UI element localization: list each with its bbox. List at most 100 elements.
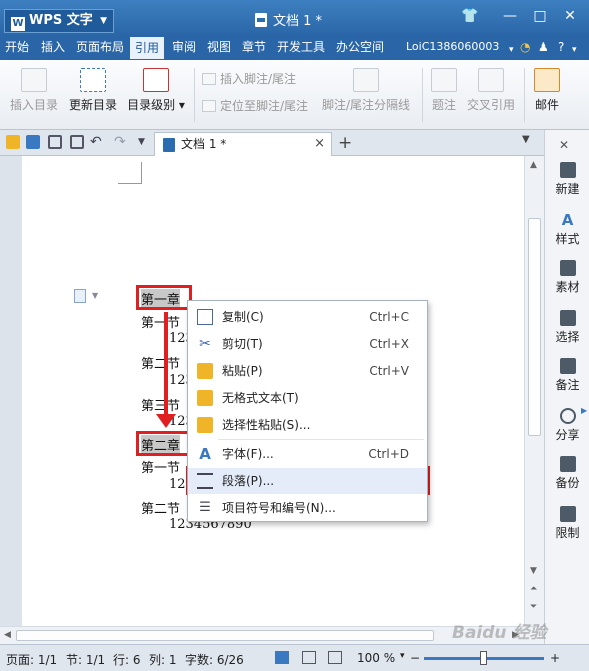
help-icon[interactable]: ? bbox=[558, 39, 564, 55]
goto-footnote-button[interactable]: 定位至脚注/尾注 bbox=[202, 97, 308, 114]
paste-plain-icon bbox=[197, 390, 213, 406]
menu-item-font[interactable]: A 字体(F)... Ctrl+D bbox=[188, 441, 427, 467]
menu-review[interactable]: 审阅 bbox=[172, 39, 196, 55]
menu-item-bullets-numbering[interactable]: ☰ 项目符号和编号(N)... bbox=[188, 495, 427, 521]
goto-icon bbox=[202, 100, 216, 112]
chevron-down-icon[interactable]: ▾ bbox=[509, 42, 514, 58]
pane-restrict[interactable]: 限制 bbox=[545, 506, 589, 541]
redo-icon[interactable]: ↷ bbox=[114, 134, 126, 150]
scroll-up-icon[interactable]: ▲ bbox=[530, 160, 537, 170]
previous-page-icon[interactable]: ⏶ bbox=[530, 584, 537, 594]
menu-item-copy[interactable]: 复制(C) Ctrl+C bbox=[188, 304, 427, 330]
menu-view[interactable]: 视图 bbox=[207, 39, 231, 55]
sync-icon[interactable]: ◔ bbox=[520, 39, 530, 55]
menu-chapter[interactable]: 章节 bbox=[242, 39, 266, 55]
page-view-icon[interactable] bbox=[275, 651, 289, 664]
lock-document-icon bbox=[559, 506, 576, 522]
maximize-button[interactable]: □ bbox=[526, 8, 554, 24]
print-icon[interactable] bbox=[48, 135, 62, 149]
bullet-list-icon: ☰ bbox=[199, 500, 211, 515]
status-page: 页面: 1/1 bbox=[6, 653, 58, 667]
menu-item-paste[interactable]: 粘贴(P) Ctrl+V bbox=[188, 358, 427, 384]
menu-home[interactable]: 开始 bbox=[5, 39, 29, 55]
tab-strip: ↶ ↷ ▼ 文档 1 * × + ▼ bbox=[0, 130, 544, 156]
menu-office-space[interactable]: 办公空间 bbox=[336, 39, 384, 55]
user-account[interactable]: LoiC1386060003 bbox=[406, 39, 499, 55]
web-view-icon[interactable] bbox=[328, 651, 342, 664]
zoom-level[interactable]: 100 % bbox=[357, 651, 395, 665]
pane-style[interactable]: A 样式 bbox=[545, 212, 589, 247]
section-line[interactable]: 第二节 bbox=[141, 498, 180, 517]
select-icon bbox=[559, 310, 576, 326]
zoom-in-button[interactable]: + bbox=[550, 651, 560, 665]
open-folder-icon[interactable] bbox=[6, 135, 20, 149]
undo-icon[interactable]: ↶ bbox=[90, 134, 102, 150]
backup-icon bbox=[559, 456, 576, 472]
footnote-separator-button[interactable]: 脚注/尾注分隔线 bbox=[318, 68, 414, 113]
update-toc-button[interactable]: 更新目录 bbox=[66, 68, 120, 113]
menu-developer[interactable]: 开发工具 bbox=[277, 39, 325, 55]
chevron-down-icon[interactable]: ▾ bbox=[572, 42, 577, 58]
chevron-down-icon[interactable]: ▾ bbox=[400, 651, 405, 661]
cross-reference-icon bbox=[478, 68, 504, 92]
zoom-slider-thumb[interactable] bbox=[480, 651, 487, 665]
new-document-icon bbox=[559, 162, 576, 178]
skin-icon[interactable]: 👕 bbox=[456, 8, 484, 24]
skin-icon[interactable]: ♟ bbox=[538, 39, 549, 55]
insert-footnote-button[interactable]: 插入脚注/尾注 bbox=[202, 70, 296, 87]
ribbon-toolbar: 插入目录 更新目录 目录级别 ▾ 插入脚注/尾注 定位至脚注/尾注 脚注/尾注分… bbox=[0, 60, 589, 130]
chevron-down-icon[interactable]: ▼ bbox=[92, 291, 98, 300]
body-line[interactable]: 12 bbox=[169, 477, 186, 492]
caption-icon bbox=[431, 68, 457, 92]
font-icon: A bbox=[199, 445, 211, 463]
app-name: WPS 文字 bbox=[29, 13, 93, 28]
toc-icon bbox=[21, 68, 47, 92]
chevron-down-icon[interactable]: ▼ bbox=[522, 134, 530, 145]
close-tab-icon[interactable]: × bbox=[314, 133, 325, 155]
menu-item-paste-plain-text[interactable]: 无格式文本(T) bbox=[188, 385, 427, 411]
caption-button[interactable]: 题注 bbox=[428, 68, 460, 113]
close-pane-icon[interactable]: ✕ bbox=[559, 138, 569, 152]
menu-insert[interactable]: 插入 bbox=[41, 39, 65, 55]
page-corner-mark bbox=[118, 162, 142, 184]
next-page-icon[interactable]: ⏷ bbox=[530, 602, 537, 612]
insert-toc-button[interactable]: 插入目录 bbox=[8, 68, 60, 113]
pane-backup[interactable]: 备份 bbox=[545, 456, 589, 491]
print-preview-icon[interactable] bbox=[70, 135, 84, 149]
scroll-down-icon[interactable]: ▼ bbox=[530, 566, 537, 576]
document-icon bbox=[255, 13, 267, 27]
outline-view-icon[interactable] bbox=[302, 651, 316, 664]
save-icon[interactable] bbox=[26, 135, 40, 149]
menu-page-layout[interactable]: 页面布局 bbox=[76, 39, 124, 55]
new-tab-button[interactable]: + bbox=[338, 133, 352, 153]
app-menu-button[interactable]: W WPS 文字 ▼ bbox=[4, 9, 114, 33]
task-pane: ✕ 新建 A 样式 素材 选择 备注 分享 备份 限制 ▶ bbox=[544, 130, 589, 644]
pane-comment[interactable]: 备注 bbox=[545, 358, 589, 393]
window-title: 文档 1 * bbox=[255, 10, 322, 29]
menu-item-paste-special[interactable]: 选择性粘贴(S)... bbox=[188, 412, 427, 438]
tab-document[interactable]: 文档 1 * × bbox=[154, 132, 332, 156]
expand-pane-icon[interactable]: ▶ bbox=[581, 406, 587, 415]
share-link-icon bbox=[559, 408, 576, 424]
cross-reference-button[interactable]: 交叉引用 bbox=[464, 68, 518, 113]
scroll-left-icon[interactable]: ◀ bbox=[4, 630, 11, 640]
menu-item-cut[interactable]: ✂ 剪切(T) Ctrl+X bbox=[188, 331, 427, 357]
menu-item-paragraph[interactable]: 段落(P)... bbox=[188, 468, 427, 494]
pane-material[interactable]: 素材 bbox=[545, 260, 589, 295]
pane-select[interactable]: 选择 bbox=[545, 310, 589, 345]
pane-new[interactable]: 新建 bbox=[545, 162, 589, 197]
scroll-thumb[interactable] bbox=[16, 630, 434, 641]
minimize-button[interactable]: — bbox=[496, 8, 524, 24]
status-word-count: 字数: 6/26 bbox=[185, 653, 244, 667]
paste-icon bbox=[197, 363, 213, 379]
paragraph-handle-icon[interactable] bbox=[74, 289, 86, 303]
chevron-down-icon[interactable]: ▼ bbox=[138, 137, 145, 147]
menu-references[interactable]: 引用 bbox=[130, 37, 165, 59]
close-window-button[interactable]: ✕ bbox=[556, 8, 584, 24]
zoom-out-button[interactable]: − bbox=[410, 651, 420, 665]
mail-button[interactable]: 邮件 bbox=[530, 68, 564, 113]
vertical-scrollbar[interactable]: ▲ ▼ ⏶ ⏷ bbox=[524, 156, 544, 626]
watermark: Baidu 经验 bbox=[452, 623, 547, 643]
scroll-thumb[interactable] bbox=[528, 218, 541, 436]
toc-level-dropdown[interactable]: 目录级别 ▾ bbox=[124, 68, 188, 113]
